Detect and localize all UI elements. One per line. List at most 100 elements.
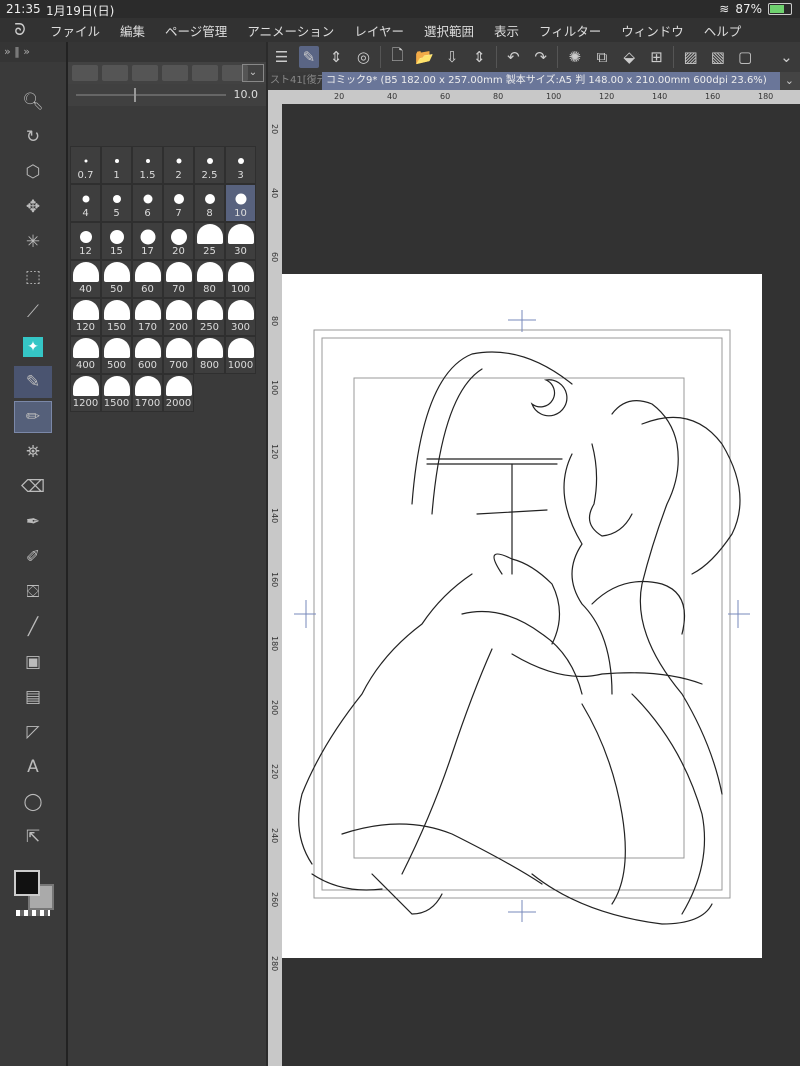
brush-size-option[interactable]: 0.7 — [70, 146, 101, 184]
brush-size-option[interactable]: 1700 — [132, 374, 163, 412]
menu-help[interactable]: ヘルプ — [694, 21, 752, 40]
frame-icon[interactable]: ▢ — [736, 46, 755, 68]
text-tool-icon[interactable]: A — [14, 751, 52, 783]
menu-page[interactable]: ページ管理 — [155, 21, 237, 40]
brush-size-option[interactable]: 4 — [70, 184, 101, 222]
brush-size-option[interactable]: 170 — [132, 298, 163, 336]
gradient-tool-icon[interactable]: ▣ — [14, 646, 52, 678]
selection-tool-icon[interactable]: ⬚ — [14, 261, 52, 293]
brush-size-option[interactable]: 300 — [225, 298, 256, 336]
brush-size-option[interactable]: 800 — [194, 336, 225, 374]
brush-size-option[interactable]: 8 — [194, 184, 225, 222]
app-icon[interactable]: ◎ — [354, 46, 373, 68]
copy-icon[interactable]: ⧉ — [592, 46, 611, 68]
redo-icon[interactable]: ↷ — [531, 46, 550, 68]
brush-size-option[interactable]: 2.5 — [194, 146, 225, 184]
line-tool-icon[interactable]: ╱ — [14, 611, 52, 643]
brush-size-option[interactable]: 60 — [132, 260, 163, 298]
fill-tool-icon[interactable]: ⛋ — [14, 576, 52, 608]
brush-size-option[interactable]: 150 — [101, 298, 132, 336]
brush-size-option[interactable]: 700 — [163, 336, 194, 374]
brush-size-option[interactable]: 10 — [225, 184, 256, 222]
brush-size-option[interactable]: 2 — [163, 146, 194, 184]
brush-size-option[interactable]: 7 — [163, 184, 194, 222]
menu-animation[interactable]: アニメーション — [237, 21, 344, 40]
brush-size-option[interactable]: 1200 — [70, 374, 101, 412]
app-logo-icon[interactable]: ᘐ — [0, 20, 40, 40]
move-layer-tool-icon[interactable]: ✥ — [14, 191, 52, 223]
updown-icon[interactable]: ⇕ — [327, 46, 346, 68]
brush-size-option[interactable]: 1500 — [101, 374, 132, 412]
tab-menu-icon[interactable] — [72, 65, 98, 81]
chevron-down-icon[interactable]: ⌄ — [777, 46, 796, 68]
brush-size-option[interactable]: 25 — [194, 222, 225, 260]
updown-icon-2[interactable]: ⇕ — [470, 46, 489, 68]
brush-size-slider[interactable]: 10.0 — [68, 84, 266, 106]
brush-size-option[interactable]: 500 — [101, 336, 132, 374]
menu-window[interactable]: ウィンドウ — [611, 21, 694, 40]
brush-size-option[interactable]: 1 — [101, 146, 132, 184]
pencil-tool-icon[interactable]: ✏ — [14, 401, 52, 433]
balloon-tool-icon[interactable]: ◯ — [14, 786, 52, 818]
tab-3[interactable] — [162, 65, 188, 81]
transform-icon[interactable]: ⊞ — [647, 46, 666, 68]
chevron-down-icon[interactable]: ⌄ — [242, 64, 264, 82]
brush-size-option[interactable]: 40 — [70, 260, 101, 298]
brush-size-option[interactable]: 120 — [70, 298, 101, 336]
open-folder-icon[interactable]: 📂 — [415, 46, 434, 68]
ruler-tool-icon[interactable]: ◸ — [14, 716, 52, 748]
loading-icon[interactable]: ✺ — [565, 46, 584, 68]
zoom-tool-icon[interactable]: 🔍︎ — [14, 86, 52, 118]
canvas-paper[interactable] — [282, 274, 762, 958]
brush-size-option[interactable]: 200 — [163, 298, 194, 336]
brush-size-option[interactable]: 50 — [101, 260, 132, 298]
crop-icon[interactable]: ▧ — [708, 46, 727, 68]
eraser-tool-icon[interactable]: ⌫ — [14, 471, 52, 503]
menu-layer[interactable]: レイヤー — [344, 21, 414, 40]
blend-tool-icon[interactable]: ✐ — [14, 541, 52, 573]
brush-size-option[interactable]: 5 — [101, 184, 132, 222]
brush-size-option[interactable]: 20 — [163, 222, 194, 260]
pen-tool-icon[interactable]: ✎ — [14, 366, 52, 398]
tab-previous-doc[interactable]: スト41[復元 — [268, 72, 322, 90]
brush-size-option[interactable]: 2000 — [163, 374, 194, 412]
brush-size-option[interactable]: 100 — [225, 260, 256, 298]
menu-icon[interactable]: ☰ — [272, 46, 291, 68]
eyedropper-tool-icon[interactable]: ⟋ — [14, 296, 52, 328]
brush-size-option[interactable]: 15 — [101, 222, 132, 260]
tab-4[interactable] — [192, 65, 218, 81]
save-icon[interactable]: ⇩ — [442, 46, 461, 68]
airbrush-tool-icon[interactable]: ⛯ — [14, 436, 52, 468]
transparent-color[interactable] — [16, 910, 50, 916]
undo-icon[interactable]: ↶ — [504, 46, 523, 68]
clear-icon[interactable]: ▨ — [681, 46, 700, 68]
object-tool-icon[interactable]: ⇱ — [14, 821, 52, 853]
magic-wand-tool-icon[interactable]: ✳ — [14, 226, 52, 258]
menu-view[interactable]: 表示 — [484, 21, 529, 40]
brush-size-option[interactable]: 250 — [194, 298, 225, 336]
brush-size-option[interactable]: 1.5 — [132, 146, 163, 184]
brush-size-option[interactable]: 6 — [132, 184, 163, 222]
menu-edit[interactable]: 編集 — [110, 21, 155, 40]
canvas-area[interactable] — [282, 104, 800, 1066]
assist-tool-icon[interactable]: ✦ — [14, 331, 52, 363]
foreground-color[interactable] — [14, 870, 40, 896]
tab-1[interactable] — [102, 65, 128, 81]
tab-2[interactable] — [132, 65, 158, 81]
brush-size-option[interactable]: 80 — [194, 260, 225, 298]
frame-tool-icon[interactable]: ▤ — [14, 681, 52, 713]
brush-size-option[interactable]: 600 — [132, 336, 163, 374]
fill-icon[interactable]: ⬙ — [620, 46, 639, 68]
new-file-icon[interactable]: 🗋 — [388, 46, 407, 68]
brush-size-option[interactable]: 17 — [132, 222, 163, 260]
brush-size-option[interactable]: 30 — [225, 222, 256, 260]
operation-tool-icon[interactable]: ⬡ — [14, 156, 52, 188]
rotate-tool-icon[interactable]: ↻ — [14, 121, 52, 153]
brush-size-option[interactable]: 70 — [163, 260, 194, 298]
brush-size-option[interactable]: 1000 — [225, 336, 256, 374]
menu-file[interactable]: ファイル — [40, 21, 110, 40]
chevron-down-icon[interactable]: ⌄ — [785, 72, 794, 90]
tab-current-doc[interactable]: コミック9* (B5 182.00 x 257.00mm 製本サイズ:A5 判 … — [322, 72, 780, 90]
decoration-tool-icon[interactable]: ✒ — [14, 506, 52, 538]
brush-size-option[interactable]: 400 — [70, 336, 101, 374]
